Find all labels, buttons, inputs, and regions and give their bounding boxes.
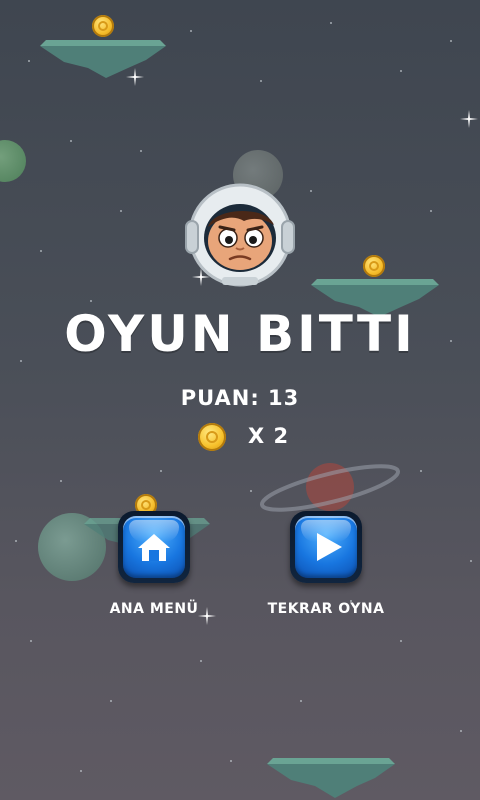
play-again-label: TEKRAR OYNA bbox=[267, 601, 385, 617]
astronaut-character bbox=[185, 183, 295, 287]
main-menu-label: ANA MENÜ bbox=[109, 601, 199, 617]
play-again-button[interactable] bbox=[290, 511, 362, 583]
score-text: PUAN: 13 bbox=[180, 386, 300, 410]
coin-icon bbox=[198, 423, 226, 451]
game-over-title: OYUN BITTI bbox=[64, 305, 416, 363]
play-icon bbox=[317, 533, 342, 561]
coin-icon bbox=[92, 15, 114, 37]
floating-platform bbox=[267, 758, 395, 798]
coin-count: X 2 bbox=[248, 424, 290, 448]
coin-icon bbox=[363, 255, 385, 277]
home-icon bbox=[138, 534, 170, 561]
main-menu-button[interactable] bbox=[118, 511, 190, 583]
coins-collected: X 2 bbox=[0, 420, 480, 454]
game-over-screen: OYUN BITTI PUAN: 13 X 2 ANA MENÜ TEKRAR … bbox=[0, 0, 480, 800]
floating-platform bbox=[40, 40, 166, 78]
